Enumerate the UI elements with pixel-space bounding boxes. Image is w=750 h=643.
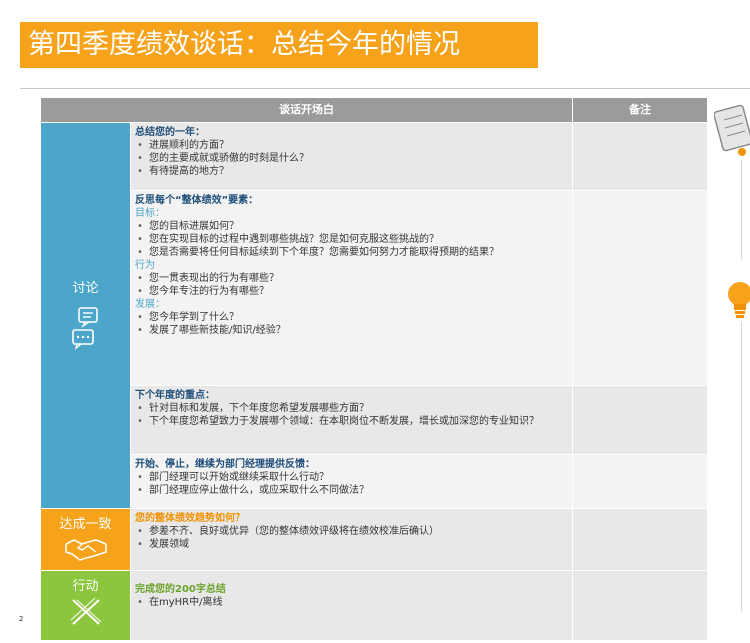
notes-cell[interactable] bbox=[572, 385, 708, 455]
notes-cell[interactable] bbox=[572, 454, 708, 509]
table-row: 行动 完成您的200字总结 在myHR中/离线 bbox=[40, 570, 708, 641]
list-item: 进展顺利的方面？ bbox=[135, 139, 566, 152]
notes-cell[interactable] bbox=[572, 190, 708, 386]
notes-cell[interactable] bbox=[572, 570, 708, 641]
handshake-icon bbox=[64, 539, 107, 561]
clipboard-icon bbox=[714, 104, 750, 156]
section-label-discuss: 讨论 bbox=[40, 122, 131, 509]
agree-content: 您的整体绩效趋势如何？ 参差不齐、良好或优异（您的整体绩效评级将在绩效校准后确认… bbox=[130, 508, 573, 571]
act-content: 完成您的200字总结 在myHR中/离线 bbox=[130, 570, 573, 641]
list-item: 您一贯表现出的行为有哪些？ bbox=[135, 272, 566, 285]
table-row: 开始、停止，继续为部门经理提供反馈： 部门经理可以开始或继续采取什么行动？ 部门… bbox=[41, 454, 708, 509]
chat-bubbles-icon bbox=[71, 307, 98, 350]
group-label: 行为 bbox=[135, 260, 155, 271]
discuss-label: 讨论 bbox=[72, 281, 99, 296]
section-label-act: 行动 bbox=[40, 570, 131, 641]
list-item: 参差不齐、良好或优异（您的整体绩效评级将在绩效校准后确认） bbox=[135, 525, 566, 538]
block-heading: 开始、停止，继续为部门经理提供反馈： bbox=[135, 459, 315, 470]
list-item: 您的主要成就或骄傲的时刻是什么？ bbox=[135, 152, 566, 165]
table-row: 讨论 总结您的一年： 进展顺利的方面？ 您的主要成就或骄傲的时刻是什么？ 有待提… bbox=[40, 122, 708, 509]
discuss-block-reflect: 反思每个“整体绩效”要素： 目标： 您的目标进展如何？ 您在实现目标的过程中遇到… bbox=[130, 190, 573, 386]
block-heading: 反思每个“整体绩效”要素： bbox=[135, 195, 259, 206]
notes-cell[interactable] bbox=[572, 122, 708, 191]
page-title: 第四季度绩效谈话：总结今年的情况 bbox=[20, 22, 538, 68]
list-item: 您在实现目标的过程中遇到哪些挑战？您是如何克服这些挑战的？ bbox=[135, 233, 566, 246]
list-item: 部门经理可以开始或继续采取什么行动？ bbox=[135, 471, 566, 484]
table-header-row: 谈话开场白 备注 bbox=[40, 97, 708, 123]
list-item: 您的目标进展如何？ bbox=[135, 220, 566, 233]
lightbulb-icon bbox=[728, 282, 750, 318]
act-label: 行动 bbox=[72, 579, 99, 594]
list-item: 您是否需要将任何目标延续到下个年度？您需要如何努力才能取得预期的结果？ bbox=[135, 246, 566, 259]
discuss-block-next-year: 下个年度的重点： 针对目标和发展，下个年度您希望发展哪些方面？ 下个年度您希望致… bbox=[130, 385, 573, 455]
list-item: 有待提高的地方？ bbox=[135, 165, 566, 178]
list-item: 您今年学到了什么？ bbox=[135, 311, 566, 324]
list-item: 针对目标和发展，下个年度您希望发展哪些方面？ bbox=[135, 402, 566, 415]
list-item: 下个年度您希望致力于发展哪个领域：在本职岗位不断发展，增长或加深您的专业知识？ bbox=[135, 415, 566, 428]
header-notes: 备注 bbox=[572, 97, 708, 123]
block-heading: 下个年度的重点： bbox=[135, 390, 215, 401]
block-heading: 您的整体绩效趋势如何？ bbox=[135, 513, 245, 524]
title-divider bbox=[20, 88, 750, 89]
discuss-block-year: 总结您的一年： 进展顺利的方面？ 您的主要成就或骄傲的时刻是什么？ 有待提高的地… bbox=[130, 122, 573, 191]
section-label-agree: 达成一致 bbox=[40, 508, 131, 571]
block-heading: 总结您的一年： bbox=[135, 127, 205, 138]
table-row: 下个年度的重点： 针对目标和发展，下个年度您希望发展哪些方面？ 下个年度您希望致… bbox=[41, 385, 708, 455]
table-row: 达成一致 您的整体绩效趋势如何？ 参差不齐、良好或优异（您的整体绩效评级将在绩效… bbox=[40, 508, 708, 571]
table-row: 反思每个“整体绩效”要素： 目标： 您的目标进展如何？ 您在实现目标的过程中遇到… bbox=[41, 190, 708, 386]
decor-line bbox=[741, 160, 742, 260]
list-item: 在myHR中/离线 bbox=[135, 596, 566, 609]
conversation-table: 谈话开场白 备注 讨论 总结您的一年： 进展顺利的方面？ 您的主要成就或骄傲的时… bbox=[40, 97, 708, 641]
group-label: 目标： bbox=[135, 208, 165, 219]
list-item: 部门经理应停止做什么，或应采取什么不同做法？ bbox=[135, 484, 566, 497]
agree-label: 达成一致 bbox=[59, 517, 112, 532]
discuss-block-feedback: 开始、停止，继续为部门经理提供反馈： 部门经理可以开始或继续采取什么行动？ 部门… bbox=[130, 454, 573, 509]
header-main: 谈话开场白 bbox=[40, 97, 573, 123]
list-item: 您今年专注的行为有哪些？ bbox=[135, 285, 566, 298]
page-number: 2 bbox=[19, 615, 24, 623]
notes-cell[interactable] bbox=[572, 508, 708, 571]
decor-line bbox=[741, 322, 742, 612]
list-item: 发展了哪些新技能/知识/经验？ bbox=[135, 324, 566, 337]
pencil-ruler-icon bbox=[70, 597, 101, 625]
group-label: 发展： bbox=[135, 299, 165, 310]
list-item: 发展领域 bbox=[135, 538, 566, 551]
block-heading: 完成您的200字总结 bbox=[135, 584, 226, 595]
